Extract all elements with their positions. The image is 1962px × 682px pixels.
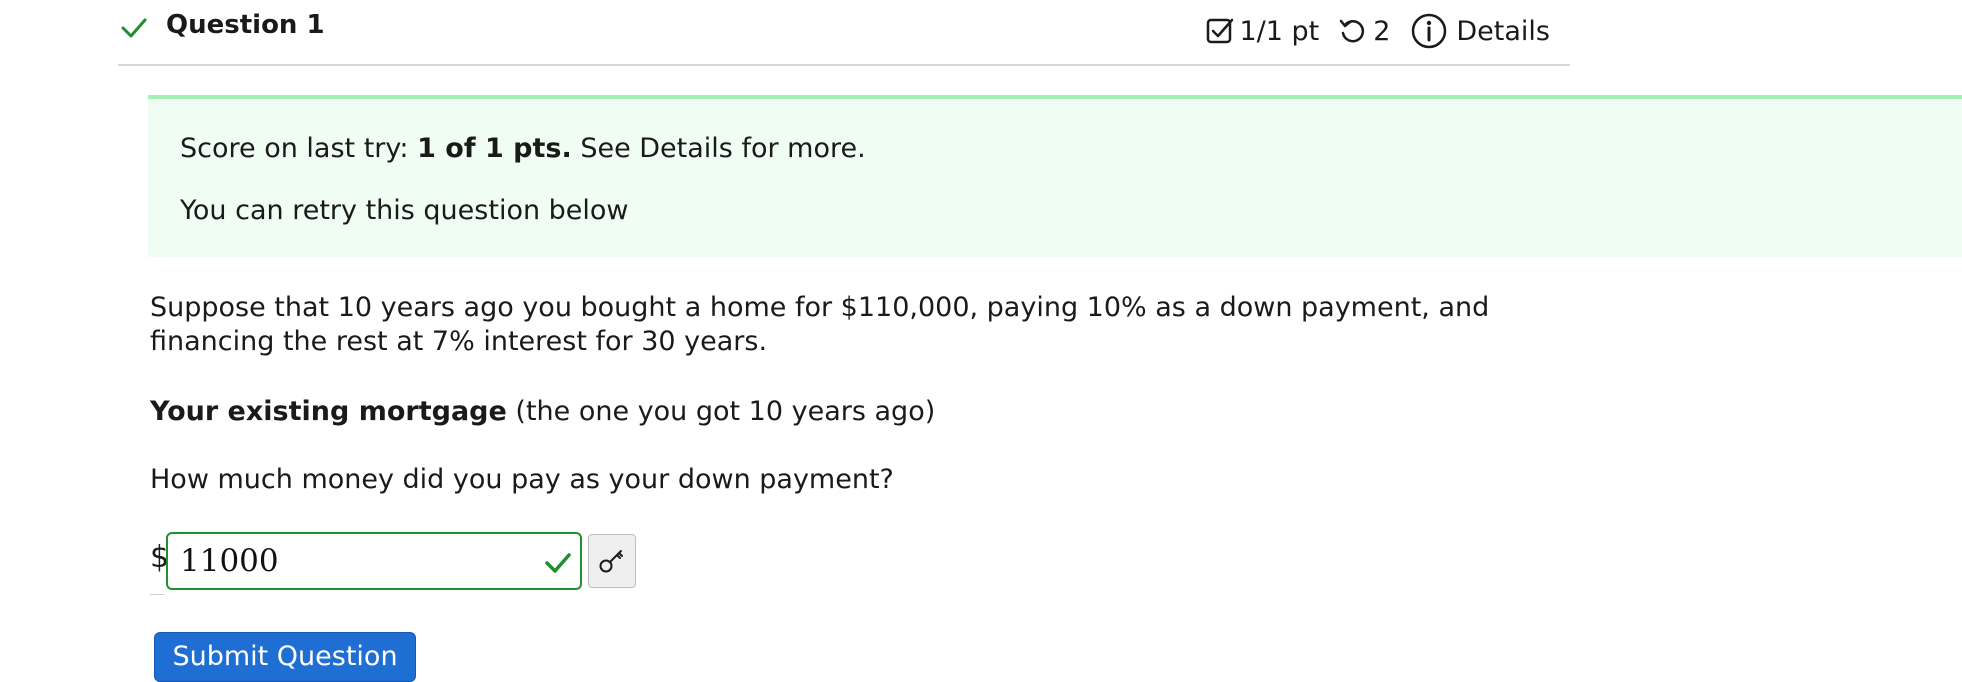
attempts-count: 2 [1373, 15, 1391, 47]
answer-field [166, 532, 582, 590]
retry-message: You can retry this question below [180, 195, 629, 226]
answer-input[interactable] [180, 540, 520, 582]
score-banner: Score on last try: 1 of 1 pts. See Detai… [148, 95, 1962, 257]
question-title: Question 1 [166, 10, 325, 40]
input-underline [150, 594, 164, 595]
key-icon [599, 550, 623, 573]
points-indicator: 1/1 pt [1205, 16, 1319, 47]
details-link[interactable]: Details [1410, 12, 1550, 50]
score-summary: Score on last try: 1 of 1 pts. See Detai… [180, 133, 866, 164]
question-prompt: How much money did you pay as your down … [150, 464, 894, 495]
points-text: 1/1 pt [1239, 15, 1320, 47]
checkbox-icon [1207, 18, 1234, 44]
problem-statement: Suppose that 10 years ago you bought a h… [150, 292, 1490, 357]
question-header: Question 1 1/1 pt 2 Details [118, 0, 1570, 66]
retry-icon [1339, 19, 1365, 43]
score-prefix: Score on last try: [180, 133, 418, 164]
question-meta: 1/1 pt 2 Details [1205, 12, 1550, 50]
section-heading-bold: Your existing mortgage [150, 396, 507, 427]
section-heading: Your existing mortgage (the one you got … [150, 396, 935, 427]
submit-question-button[interactable]: Submit Question [154, 632, 416, 682]
attempts-indicator: 2 [1337, 16, 1390, 47]
score-value: 1 of 1 pts. [417, 133, 572, 164]
score-suffix: See Details for more. [571, 133, 866, 164]
details-label: Details [1456, 15, 1550, 47]
section-heading-rest: (the one you got 10 years ago) [506, 396, 936, 427]
info-icon [1412, 13, 1447, 49]
check-icon [121, 18, 147, 38]
key-button[interactable] [588, 534, 636, 588]
correct-check-icon [545, 553, 571, 573]
